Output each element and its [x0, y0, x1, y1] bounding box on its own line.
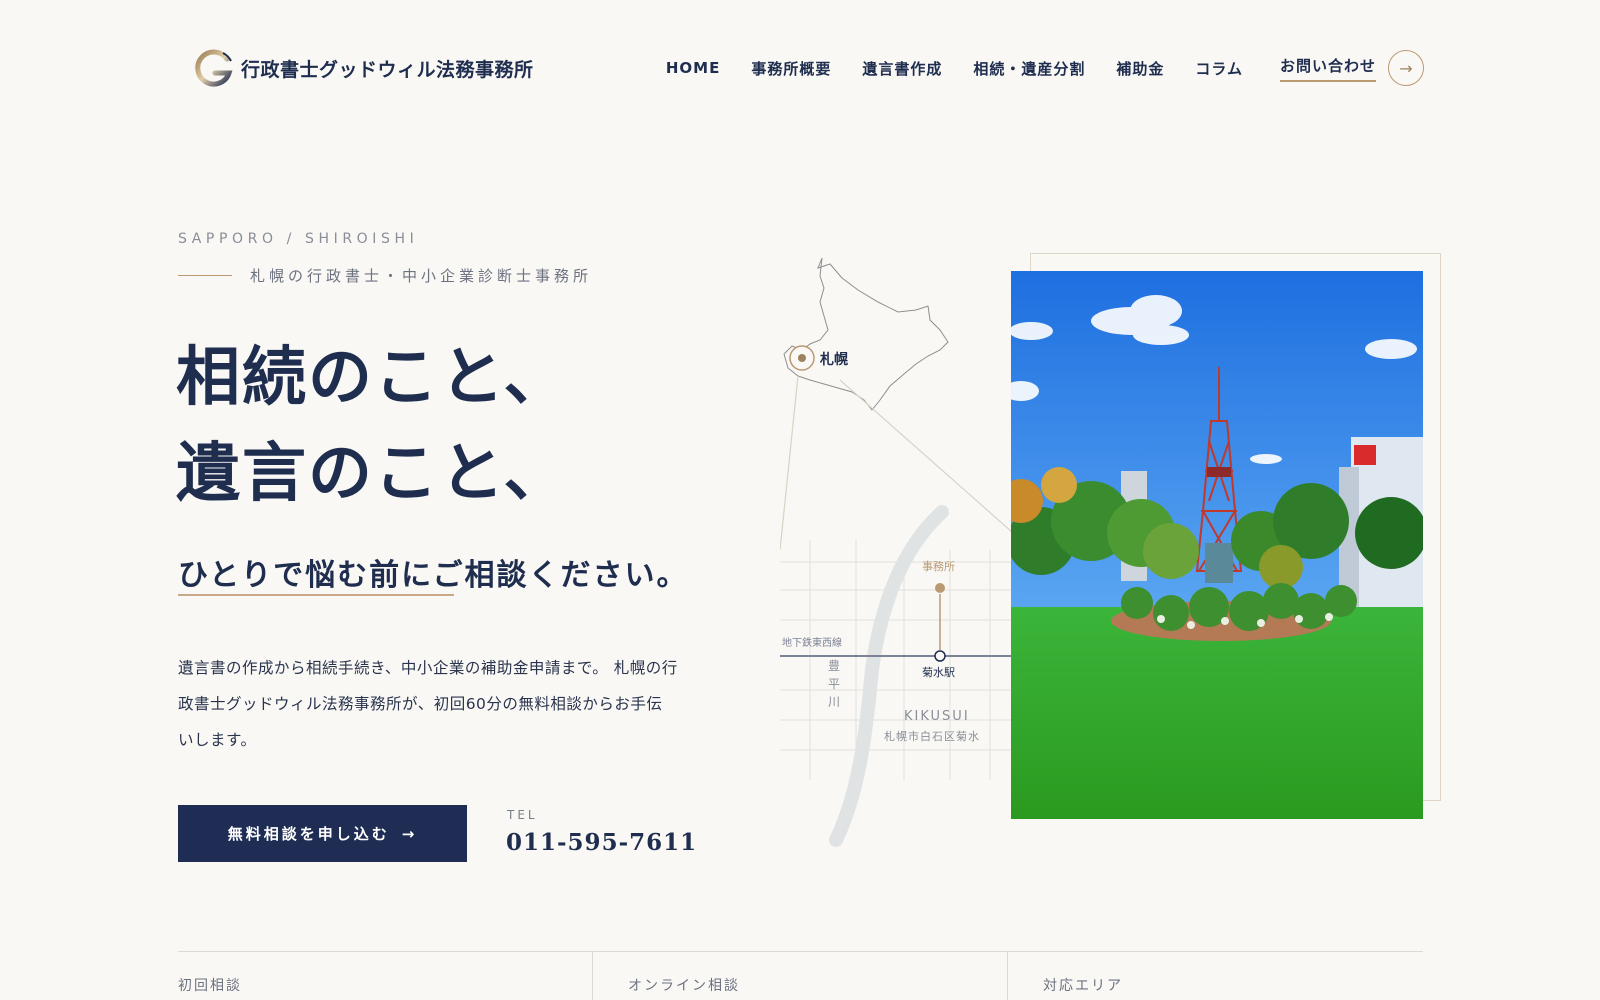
arrow-glyph: → — [1399, 58, 1413, 78]
hero-subtitle: 札幌の行政書士・中小企業診断士事務所 — [250, 267, 593, 285]
cta-label: 無料相談を申し込む — [227, 825, 390, 843]
tel-label: TEL — [507, 808, 538, 822]
nav-contact-label[interactable]: お問い合わせ — [1279, 55, 1376, 82]
nav-office-overview[interactable]: 事務所概要 — [751, 58, 831, 79]
river-label-1: 豊 — [828, 659, 840, 673]
nav-home[interactable]: HOME — [666, 59, 720, 77]
hero-headline: 相続のこと、 遺言のこと、 — [176, 330, 569, 522]
sapporo-tv-tower-photo — [1011, 271, 1423, 819]
subtitle-divider — [178, 274, 232, 277]
hokkaido-outline — [783, 257, 949, 411]
photo-illustration — [1011, 271, 1423, 819]
building-sign — [1354, 445, 1376, 465]
fountain — [1205, 543, 1233, 583]
info-online-consultation: オンライン相談 — [628, 978, 740, 994]
headline-line-2: 遺言のこと、 — [176, 436, 570, 511]
logo-g-icon — [195, 49, 233, 87]
office-marker — [935, 583, 945, 593]
logo[interactable]: 行政書士グッドウィル法務事務所 — [193, 47, 534, 89]
station-marker — [934, 650, 946, 662]
nav-contact[interactable]: お問い合わせ → — [1279, 50, 1424, 86]
nav-will-creation[interactable]: 遺言書作成 — [862, 58, 942, 79]
logo-text: 行政書士グッドウィル法務事務所 — [241, 58, 534, 81]
info-divider-2 — [1007, 951, 1008, 1000]
guide-line-1 — [780, 375, 799, 551]
office-label: 事務所 — [922, 559, 955, 573]
arrow-right-icon[interactable]: → — [1388, 50, 1424, 86]
station-label: 菊水駅 — [922, 666, 955, 679]
tagline-underline — [178, 594, 454, 596]
hero-tagline: ひとりで悩む前にご相談ください。 — [178, 558, 689, 593]
area-jp-label: 札幌市白石区菊水 — [884, 729, 980, 743]
page: 行政書士グッドウィル法務事務所 HOME 事務所概要 遺言書作成 相続・遺産分割… — [0, 0, 1600, 1000]
headline-line-1: 相続のこと、 — [176, 340, 570, 415]
tel-number[interactable]: 011-595-7611 — [506, 829, 697, 856]
river-label-2: 平 — [828, 677, 840, 691]
info-service-area: 対応エリア — [1043, 978, 1123, 994]
tower-deck — [1207, 467, 1231, 477]
info-initial-consultation: 初回相談 — [178, 978, 242, 994]
main-nav: HOME 事務所概要 遺言書作成 相続・遺産分割 補助金 コラム お問い合わせ … — [666, 50, 1424, 86]
location-map: 札幌 地下鉄東西線 事務所 菊水駅 豊 平 川 KIKUSUI 札幌市白石区菊水 — [780, 257, 1013, 847]
nav-column[interactable]: コラム — [1195, 58, 1243, 79]
info-divider-1 — [592, 951, 593, 1000]
sapporo-marker-dot — [798, 354, 806, 362]
tagline-wrap: ひとりで悩む前にご相談ください。 — [178, 550, 689, 596]
river-label-3: 川 — [828, 695, 840, 709]
subway-line-label: 地下鉄東西線 — [782, 636, 842, 649]
arrow-right-icon: → — [401, 824, 418, 843]
area-en-label: KIKUSUI — [904, 709, 970, 724]
sapporo-label: 札幌 — [819, 351, 848, 368]
free-consultation-button[interactable]: 無料相談を申し込む → — [178, 805, 467, 862]
nav-inheritance[interactable]: 相続・遺産分割 — [973, 58, 1085, 79]
site-header: 行政書士グッドウィル法務事務所 HOME 事務所概要 遺言書作成 相続・遺産分割… — [193, 44, 1424, 92]
hero-subtitle-row: 札幌の行政書士・中小企業診断士事務所 — [178, 265, 592, 286]
hero-lead: 遺言書の作成から相続手続き、中小企業の補助金申請まで。 札幌の行政書士グッドウィ… — [178, 659, 678, 749]
guide-line-2 — [839, 379, 1013, 533]
nav-subsidy[interactable]: 補助金 — [1116, 58, 1164, 79]
info-top-rule — [178, 951, 1423, 952]
hero-eyebrow: SAPPORO / SHIROISHI — [178, 231, 419, 247]
